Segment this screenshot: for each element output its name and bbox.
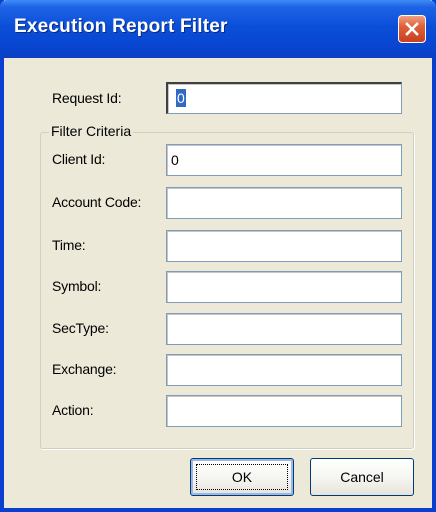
request-id-label: Request Id:: [52, 90, 122, 106]
client-id-field[interactable]: [166, 144, 402, 176]
request-id-value: 0: [176, 89, 186, 107]
account-code-field[interactable]: [166, 187, 402, 219]
close-button[interactable]: [398, 15, 426, 43]
ok-button[interactable]: OK: [190, 458, 294, 496]
window-title: Execution Report Filter: [14, 16, 228, 37]
symbol-field[interactable]: [166, 271, 402, 303]
action-label: Action:: [52, 402, 94, 418]
client-id-label: Client Id:: [52, 151, 106, 167]
request-id-field[interactable]: 0: [166, 82, 402, 114]
focus-rect: [196, 464, 288, 490]
account-code-label: Account Code:: [52, 194, 142, 210]
cancel-button-label: Cancel: [340, 469, 384, 485]
sectype-label: SecType:: [52, 320, 109, 336]
symbol-label: Symbol:: [52, 278, 102, 294]
time-label: Time:: [52, 237, 86, 253]
action-field[interactable]: [166, 395, 402, 427]
exchange-field[interactable]: [166, 354, 402, 386]
time-field[interactable]: [166, 230, 402, 262]
exchange-label: Exchange:: [52, 361, 117, 377]
title-bar[interactable]: Execution Report Filter: [0, 0, 436, 58]
filter-criteria-title: Filter Criteria: [49, 123, 134, 139]
cancel-button[interactable]: Cancel: [310, 458, 414, 496]
close-icon: [405, 22, 419, 36]
dialog-window: Execution Report Filter Request Id: 0 Fi…: [0, 0, 436, 512]
sectype-field[interactable]: [166, 313, 402, 345]
